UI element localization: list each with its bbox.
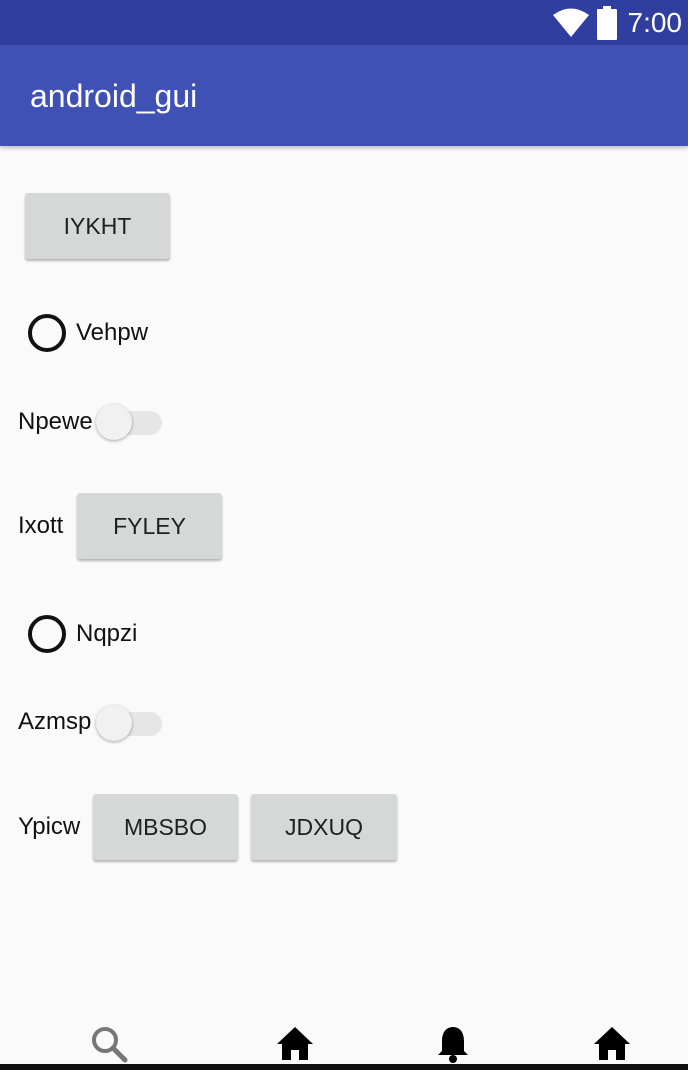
row-label-ypicw: Ypicw	[18, 813, 81, 840]
switch-label-npewe: Npewe	[18, 408, 93, 435]
search-icon[interactable]	[89, 1024, 129, 1064]
switch-thumb[interactable]	[96, 705, 132, 741]
radio-circle-icon[interactable]	[28, 615, 66, 653]
switch-label-azmsp: Azmsp	[18, 708, 92, 735]
status-bar: 7:00	[0, 0, 688, 45]
radio-label: Vehpw	[76, 319, 149, 346]
radio-circle-icon[interactable]	[28, 314, 66, 352]
radio-nqpzi[interactable]: Nqpzi	[28, 614, 137, 654]
home-icon[interactable]	[592, 1024, 632, 1064]
battery-icon	[597, 6, 617, 40]
radio-vehpw[interactable]: Vehpw	[28, 313, 148, 353]
bottom-divider	[0, 1064, 688, 1070]
wifi-icon	[553, 8, 589, 37]
status-time: 7:00	[627, 7, 683, 38]
radio-label: Nqpzi	[76, 620, 138, 647]
mbsbo-button[interactable]: MBSBO	[93, 794, 238, 860]
home-icon[interactable]	[275, 1024, 315, 1064]
bell-icon[interactable]	[433, 1024, 473, 1064]
npewe-switch[interactable]	[96, 400, 162, 444]
app-bar: android_gui	[0, 45, 688, 146]
azmsp-switch[interactable]	[96, 701, 162, 745]
row-label-ixott: Ixott	[18, 512, 64, 539]
switch-thumb[interactable]	[96, 404, 132, 440]
app-title: android_gui	[30, 78, 198, 114]
iykht-button[interactable]: IYKHT	[25, 193, 170, 259]
jdxuq-button[interactable]: JDXUQ	[251, 794, 397, 860]
fyley-button[interactable]: FYLEY	[77, 493, 222, 559]
